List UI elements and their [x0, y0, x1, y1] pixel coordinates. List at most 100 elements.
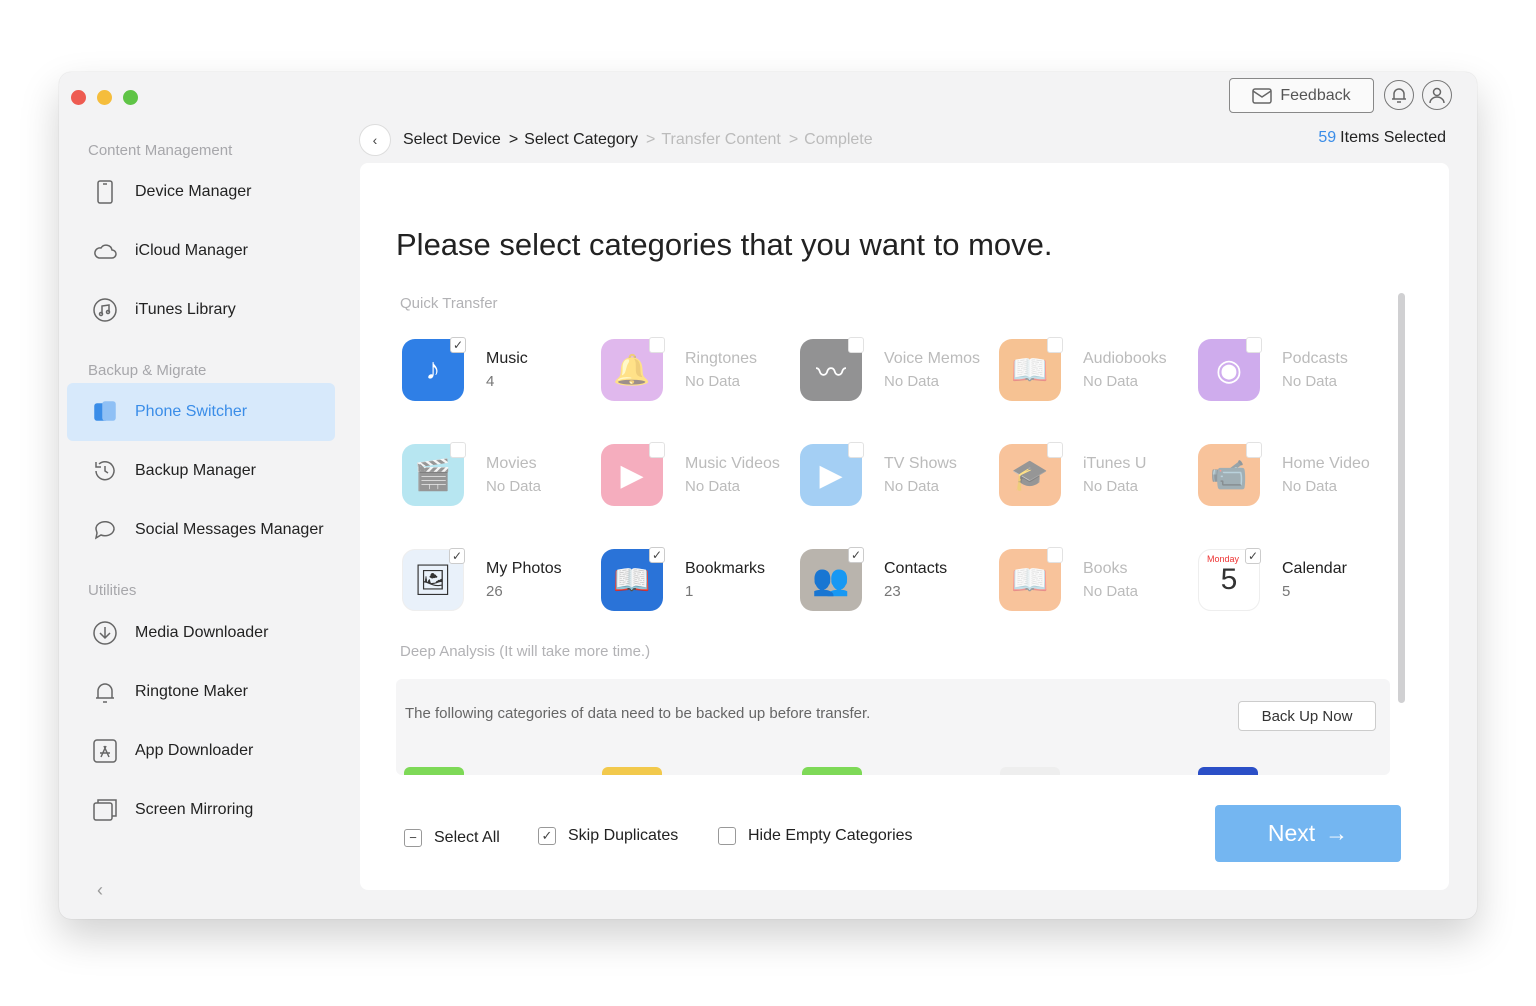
zoom-window-button[interactable] [123, 90, 138, 105]
sidebar-item-app-downloader[interactable]: App Downloader [67, 722, 335, 780]
bell-icon [91, 678, 119, 706]
section-title-content: Content Management [88, 142, 233, 159]
category-checkbox[interactable]: ✓ [449, 548, 465, 564]
hide-empty-checkbox[interactable] [718, 827, 736, 845]
scrollbar[interactable] [1398, 293, 1405, 703]
notification-button[interactable] [1384, 80, 1414, 110]
category-checkbox[interactable]: ✓ [649, 547, 665, 563]
category-icon: 🖼 ✓ [402, 548, 465, 611]
category-icon: 🎬 [402, 442, 466, 506]
category-ringtones[interactable]: 🔔 Ringtones No Data [601, 335, 800, 405]
category-count: No Data [884, 478, 940, 495]
category-count: 26 [486, 583, 503, 600]
category-text: Music 4 [486, 350, 528, 390]
sidebar-item-screen-mirroring[interactable]: Screen Mirroring [67, 781, 335, 839]
category-checkbox[interactable] [1047, 547, 1063, 563]
category-checkbox[interactable] [848, 442, 864, 458]
category-music[interactable]: ♪ ✓ Music 4 [402, 335, 601, 405]
back-up-now-button[interactable]: Back Up Now [1238, 701, 1376, 731]
category-checkbox[interactable] [1246, 337, 1262, 353]
chevron-left-icon: ‹ [372, 132, 378, 148]
category-icon: 〰 [800, 337, 864, 401]
category-checkbox[interactable]: ✓ [1245, 548, 1261, 564]
sidebar-item-phone-switcher[interactable]: Phone Switcher [67, 383, 335, 441]
category-movies[interactable]: 🎬 Movies No Data [402, 440, 601, 510]
category-checkbox[interactable] [649, 337, 665, 353]
category-glyph-icon: 📖 [613, 563, 651, 597]
collapse-sidebar-icon[interactable]: ‹ [97, 880, 103, 901]
device-icon [91, 178, 119, 206]
category-name: Ringtones [685, 350, 758, 367]
section-title-utilities: Utilities [88, 582, 137, 599]
category-count: No Data [1083, 478, 1139, 495]
category-home-video[interactable]: 📹 Home Video No Data [1198, 440, 1397, 510]
hide-empty-option[interactable]: Hide Empty Categories [718, 827, 913, 845]
category-glyph-icon: ▶ [819, 458, 843, 492]
category-tile-peek [1000, 767, 1060, 775]
next-button[interactable]: Next → [1215, 805, 1401, 862]
category-voice-memos[interactable]: 〰 Voice Memos No Data [800, 335, 999, 405]
download-icon [91, 619, 119, 647]
breadcrumb-separator: > [646, 131, 656, 148]
feedback-label: Feedback [1280, 86, 1351, 104]
category-checkbox[interactable] [848, 337, 864, 353]
sidebar-item-ringtone-maker[interactable]: Ringtone Maker [67, 663, 335, 721]
category-icon: 📹 [1198, 442, 1262, 506]
selected-number: 59 [1318, 129, 1337, 146]
sidebar-item-label: Backup Manager [135, 462, 256, 479]
sidebar-item-icloud-manager[interactable]: iCloud Manager [67, 222, 335, 280]
select-all-checkbox[interactable]: − [404, 829, 422, 847]
category-icon: 5 Monday ✓ [1198, 548, 1261, 611]
category-my-photos[interactable]: 🖼 ✓ My Photos 26 [402, 545, 601, 615]
category-itunes-u[interactable]: 🎓 iTunes U No Data [999, 440, 1198, 510]
skip-duplicates-checkbox[interactable]: ✓ [538, 827, 556, 845]
category-name: TV Shows [884, 455, 957, 472]
category-books[interactable]: 📖 Books No Data [999, 545, 1198, 615]
category-contacts[interactable]: 👥 ✓ Contacts 23 [800, 545, 999, 615]
category-music-videos[interactable]: ▶ Music Videos No Data [601, 440, 800, 510]
account-button[interactable] [1422, 80, 1452, 110]
sidebar-item-backup-manager[interactable]: Backup Manager [67, 442, 335, 500]
sidebar-item-label: Screen Mirroring [135, 801, 254, 818]
app-window: Feedback Content Management Device Manag… [59, 72, 1477, 919]
mirror-icon [91, 796, 119, 824]
category-text: Podcasts No Data [1282, 350, 1348, 390]
category-checkbox[interactable] [1047, 442, 1063, 458]
select-all-option[interactable]: − Select All [404, 829, 500, 847]
hide-empty-label: Hide Empty Categories [748, 827, 913, 844]
category-bookmarks[interactable]: 📖 ✓ Bookmarks 1 [601, 545, 800, 615]
category-tile-peek [602, 767, 662, 775]
sidebar-item-itunes-library[interactable]: iTunes Library [67, 281, 335, 339]
category-checkbox[interactable] [1047, 337, 1063, 353]
category-checkbox[interactable] [1246, 442, 1262, 458]
category-text: Movies No Data [486, 455, 541, 495]
category-glyph-icon: 🖼 [413, 563, 453, 597]
category-text: Bookmarks 1 [685, 560, 765, 600]
category-icon: 👥 ✓ [800, 547, 864, 611]
category-calendar[interactable]: 5 Monday ✓ Calendar 5 [1198, 545, 1397, 615]
category-icon: ▶ [800, 442, 864, 506]
category-podcasts[interactable]: ◉ Podcasts No Data [1198, 335, 1397, 405]
back-button[interactable]: ‹ [359, 124, 391, 156]
sidebar-item-media-downloader[interactable]: Media Downloader [67, 604, 335, 662]
category-audiobooks[interactable]: 📖 Audiobooks No Data [999, 335, 1198, 405]
category-checkbox[interactable]: ✓ [450, 337, 466, 353]
feedback-button[interactable]: Feedback [1229, 78, 1374, 113]
category-text: Contacts 23 [884, 560, 947, 600]
category-count: 1 [685, 583, 694, 600]
minimize-window-button[interactable] [97, 90, 112, 105]
window-controls [71, 90, 138, 105]
category-checkbox[interactable] [450, 442, 466, 458]
category-checkbox[interactable] [649, 442, 665, 458]
category-glyph-icon: 🎓 [1011, 458, 1049, 492]
sidebar-item-device-manager[interactable]: Device Manager [67, 163, 335, 221]
skip-duplicates-option[interactable]: ✓ Skip Duplicates [538, 827, 678, 845]
page-title: Please select categories that you want t… [396, 227, 1053, 262]
close-window-button[interactable] [71, 90, 86, 105]
category-checkbox[interactable]: ✓ [848, 547, 864, 563]
category-tv-shows[interactable]: ▶ TV Shows No Data [800, 440, 999, 510]
category-name: Music [486, 350, 528, 367]
breadcrumb-step-select-device[interactable]: Select Device [403, 131, 501, 149]
sidebar-item-social-messages[interactable]: Social Messages Manager [67, 501, 335, 559]
breadcrumb-separator: > [508, 131, 519, 148]
